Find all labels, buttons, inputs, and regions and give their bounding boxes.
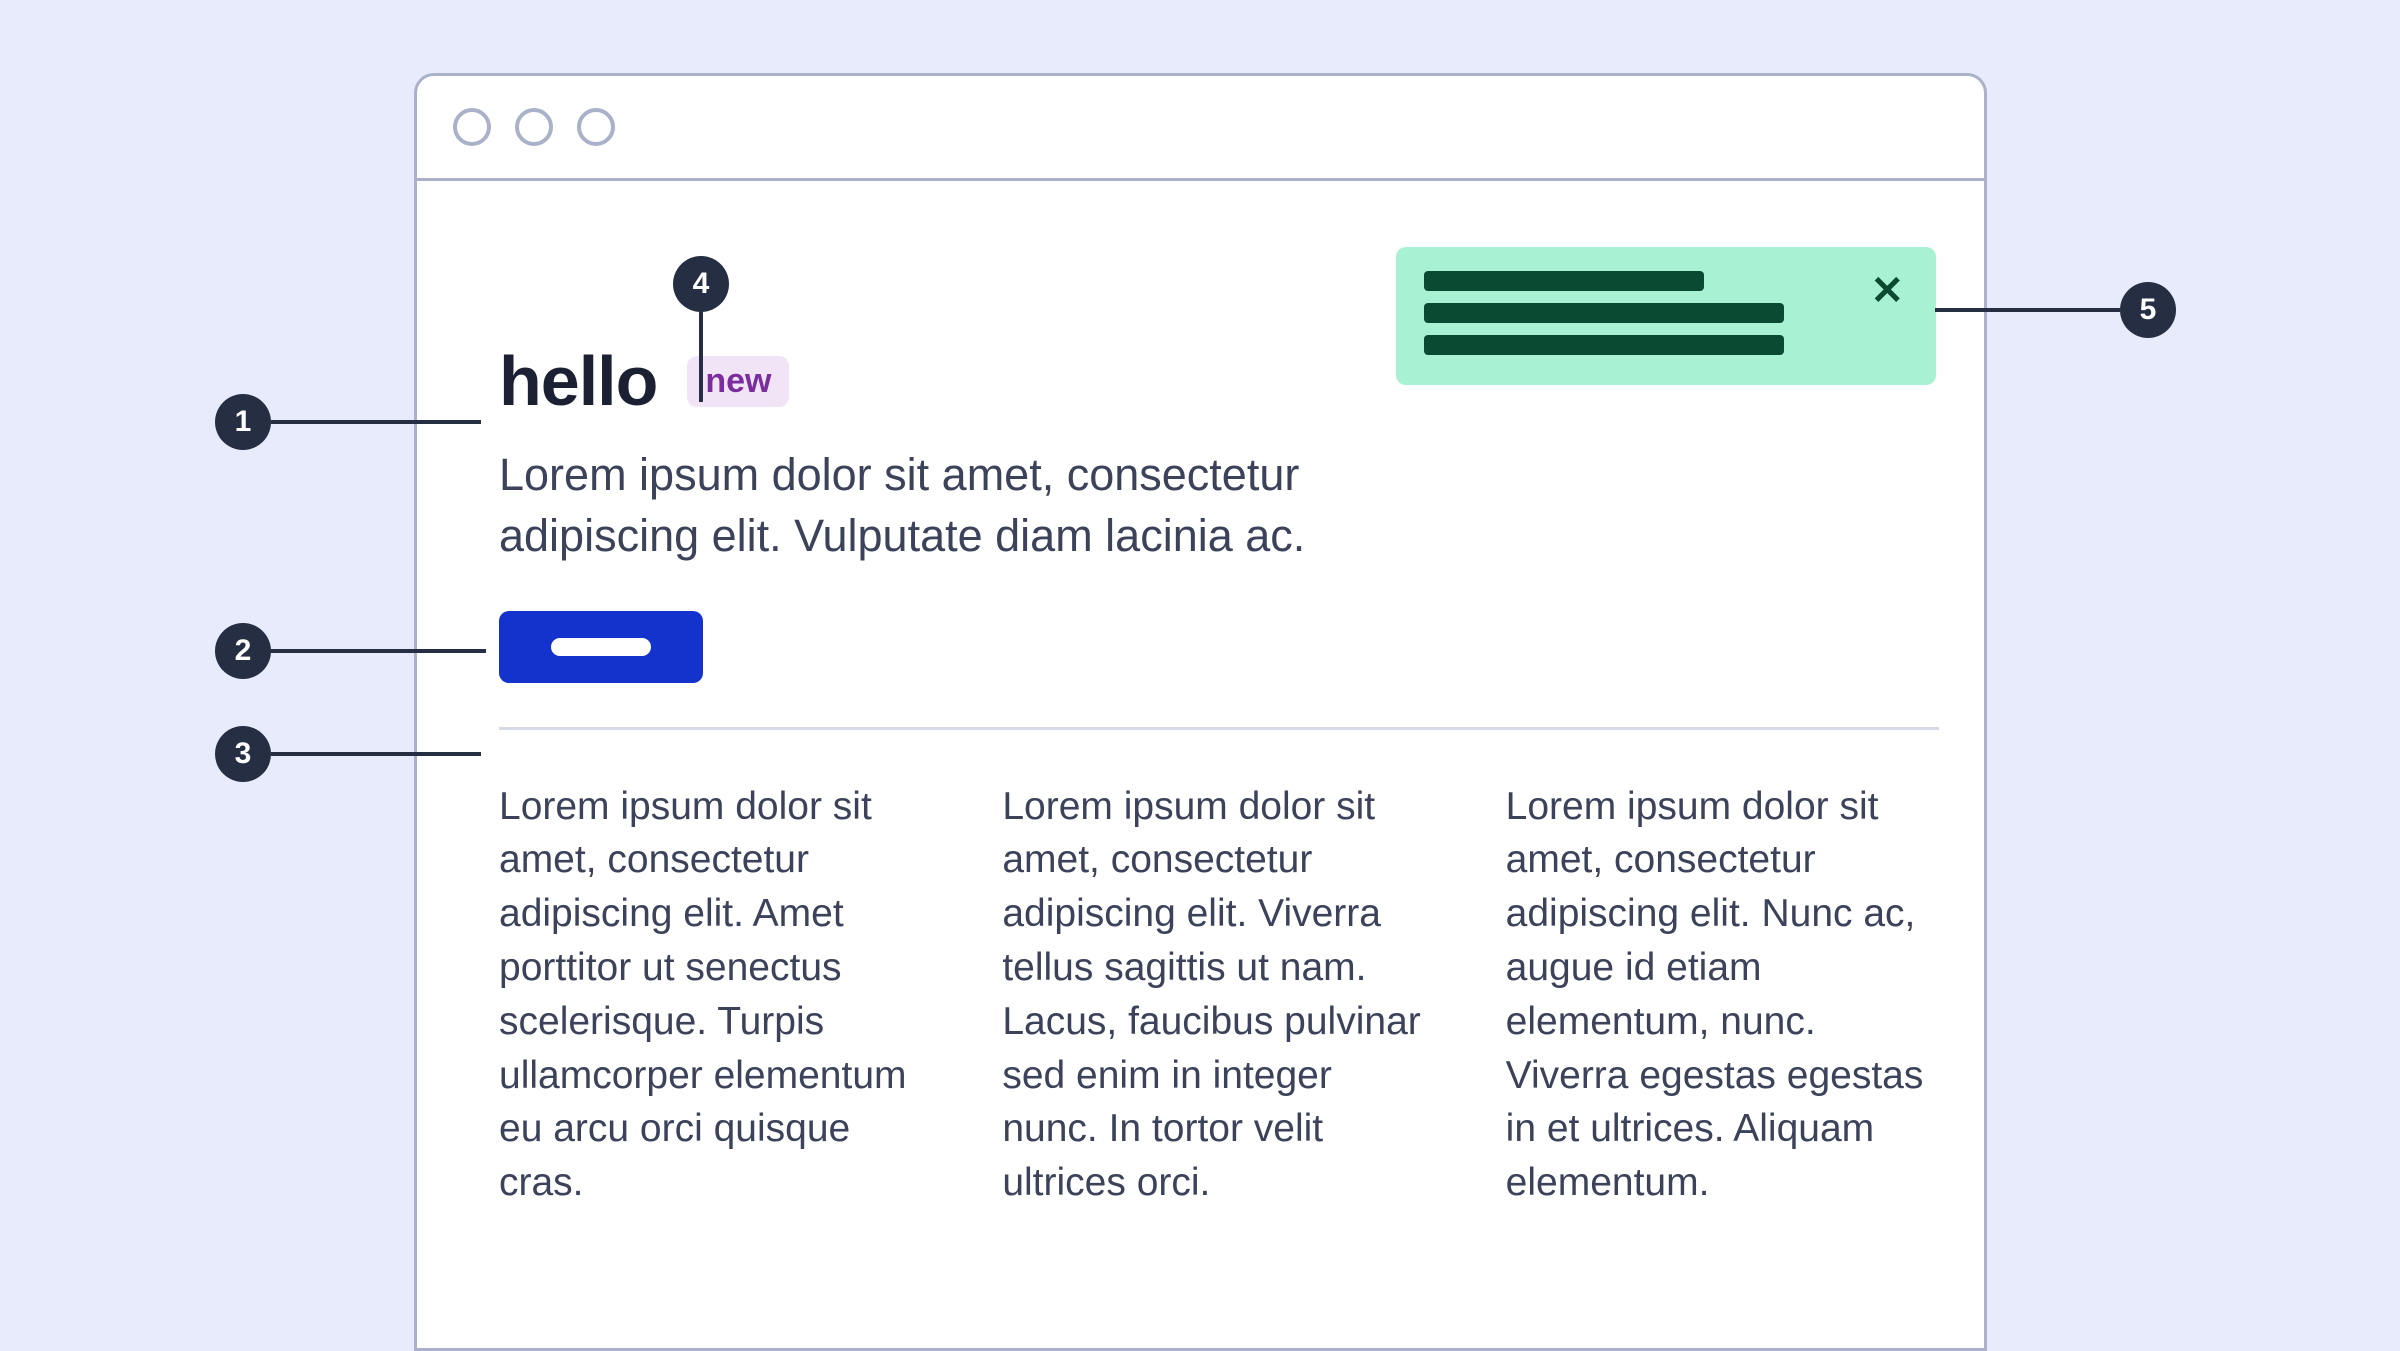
annotation-connector-2 xyxy=(271,649,486,653)
toast-line xyxy=(1424,271,1704,291)
annotation-number: 2 xyxy=(235,634,252,668)
annotation-connector-1 xyxy=(271,420,481,424)
browser-chrome xyxy=(417,76,1984,181)
column-text: Lorem ipsum dolor sit amet, consectetur … xyxy=(499,780,932,1211)
button-label-placeholder xyxy=(551,638,651,656)
annotation-number: 4 xyxy=(693,267,710,301)
intro-paragraph: Lorem ipsum dolor sit amet, consectetur … xyxy=(499,445,1419,567)
annotation-number: 1 xyxy=(235,405,252,439)
column-text: Lorem ipsum dolor sit amet, consectetur … xyxy=(1002,780,1435,1211)
traffic-light-minimize-icon[interactable] xyxy=(515,108,553,146)
horizontal-separator xyxy=(499,727,1939,730)
page-title: hello xyxy=(499,341,657,421)
toast-line xyxy=(1424,303,1784,323)
toast-notification: ✕ xyxy=(1396,247,1936,385)
annotation-connector-5 xyxy=(1935,308,2120,312)
toast-line xyxy=(1424,335,1784,355)
annotation-callout-1: 1 xyxy=(215,394,271,450)
traffic-light-zoom-icon[interactable] xyxy=(577,108,615,146)
primary-button[interactable] xyxy=(499,611,703,683)
columns: Lorem ipsum dolor sit amet, consectetur … xyxy=(499,780,1939,1211)
toast-message-placeholder xyxy=(1424,271,1866,355)
traffic-light-close-icon[interactable] xyxy=(453,108,491,146)
annotation-callout-3: 3 xyxy=(215,726,271,782)
column-text: Lorem ipsum dolor sit amet, consectetur … xyxy=(1506,780,1939,1211)
browser-window: ✕ hello new Lorem ipsum dolor sit amet, … xyxy=(414,73,1987,1351)
annotation-callout-2: 2 xyxy=(215,623,271,679)
annotation-connector-3 xyxy=(271,752,481,756)
annotation-callout-4: 4 xyxy=(673,256,729,312)
annotation-number: 3 xyxy=(235,737,252,771)
page-content: ✕ hello new Lorem ipsum dolor sit amet, … xyxy=(417,181,1984,1210)
annotation-callout-5: 5 xyxy=(2120,282,2176,338)
close-icon[interactable]: ✕ xyxy=(1866,271,1908,311)
annotation-connector-4 xyxy=(699,312,703,402)
annotation-number: 5 xyxy=(2140,293,2157,327)
